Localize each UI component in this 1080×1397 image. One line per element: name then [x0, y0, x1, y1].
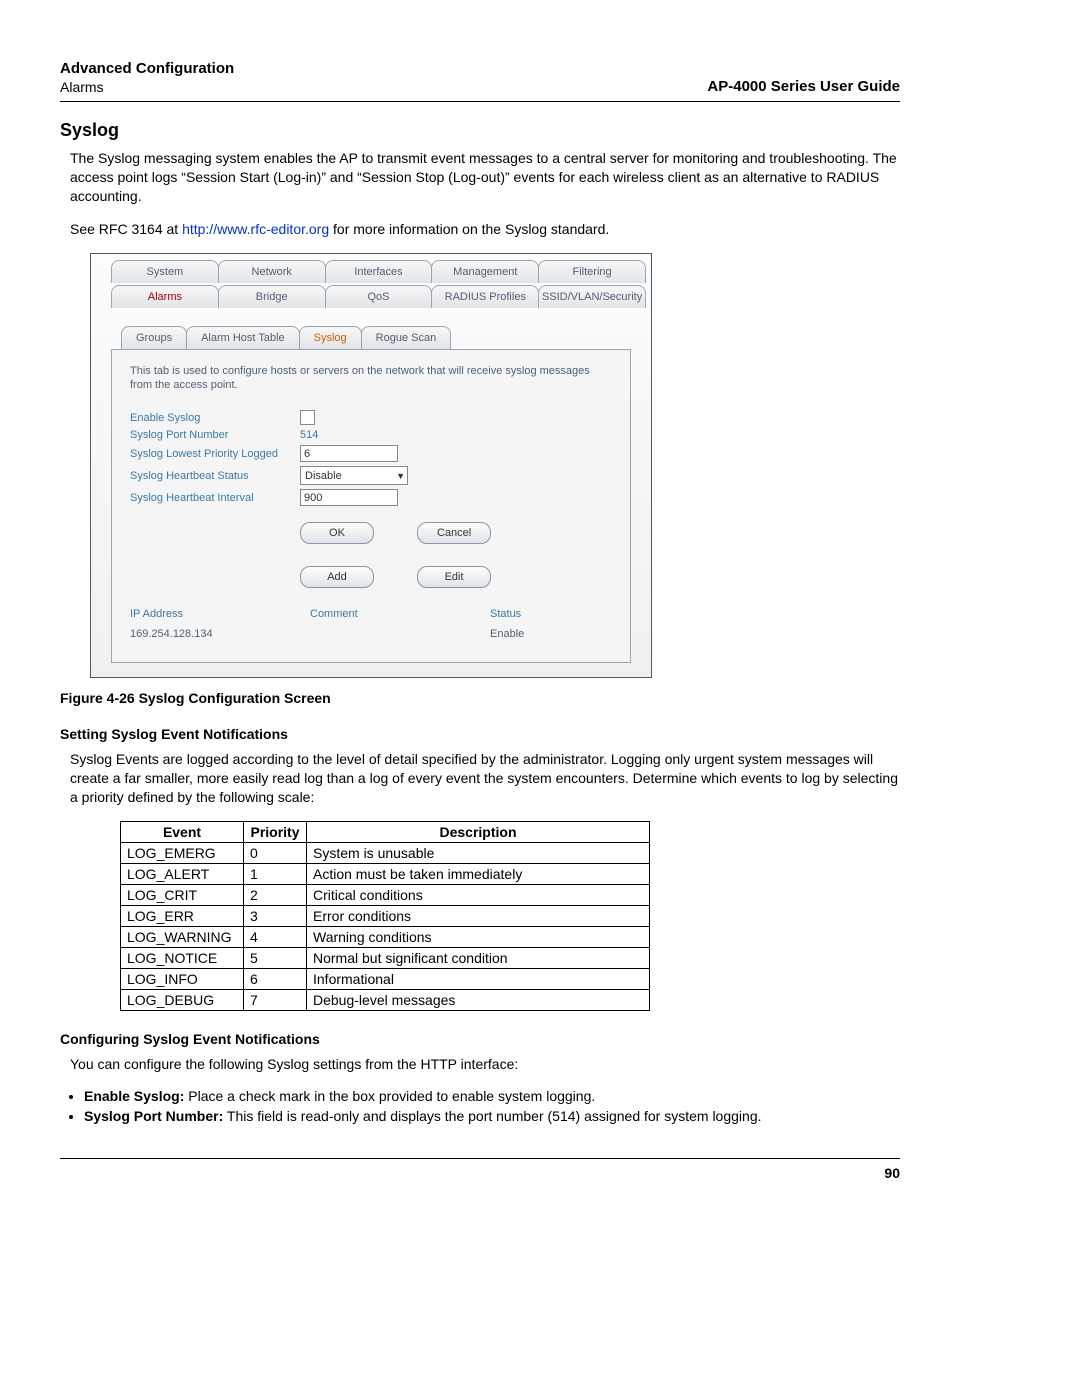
panel-description: This tab is used to configure hosts or s…: [130, 364, 612, 393]
table-row: LOG_CRIT2Critical conditions: [121, 884, 650, 905]
tab-network[interactable]: Network: [218, 260, 326, 283]
ok-button[interactable]: OK: [300, 522, 374, 544]
port-value: 514: [300, 429, 318, 441]
tab-interfaces[interactable]: Interfaces: [325, 260, 433, 283]
table-row: LOG_INFO6Informational: [121, 968, 650, 989]
page-header: Advanced Configuration Alarms AP-4000 Se…: [60, 60, 900, 95]
hb-status-label: Syslog Heartbeat Status: [130, 470, 300, 482]
tab-filtering[interactable]: Filtering: [538, 260, 646, 283]
table-row: LOG_EMERG0System is unusable: [121, 842, 650, 863]
hb-status-value: Disable: [305, 470, 342, 482]
col-ip: IP Address: [130, 608, 310, 620]
rfc-link[interactable]: http://www.rfc-editor.org: [182, 221, 329, 237]
syslog-screenshot: System Network Interfaces Management Fil…: [90, 253, 652, 679]
cell-status: Enable: [490, 628, 590, 640]
hb-interval-label: Syslog Heartbeat Interval: [130, 492, 300, 504]
config-heading: Configuring Syslog Event Notifications: [60, 1031, 900, 1047]
th-priority: Priority: [244, 821, 307, 842]
bullet1-text: Place a check mark in the box provided t…: [184, 1088, 595, 1104]
host-table-row[interactable]: 169.254.128.134 Enable: [130, 628, 612, 640]
hb-status-select[interactable]: Disable ▼: [300, 466, 408, 485]
table-row: LOG_ALERT1Action must be taken immediate…: [121, 863, 650, 884]
config-para: You can configure the following Syslog s…: [70, 1055, 900, 1074]
edit-button[interactable]: Edit: [417, 566, 491, 588]
section-heading: Syslog: [60, 120, 900, 141]
header-rule: [60, 101, 900, 102]
bullet2-text: This field is read-only and displays the…: [223, 1108, 761, 1124]
cell-ip: 169.254.128.134: [130, 628, 310, 640]
tab-radius[interactable]: RADIUS Profiles: [431, 285, 539, 308]
setting-para: Syslog Events are logged according to th…: [70, 750, 900, 807]
tab-ssid[interactable]: SSID/VLAN/Security: [538, 285, 646, 308]
header-guide: AP-4000 Series User Guide: [707, 78, 900, 95]
subtab-row: Groups Alarm Host Table Syslog Rogue Sca…: [91, 308, 651, 349]
chevron-down-icon: ▼: [396, 471, 405, 481]
tab-alarms[interactable]: Alarms: [111, 285, 219, 308]
priority-table: Event Priority Description LOG_EMERG0Sys…: [120, 821, 650, 1011]
intro-para: The Syslog messaging system enables the …: [70, 149, 900, 206]
hb-interval-input[interactable]: [300, 489, 398, 506]
panel-body: This tab is used to configure hosts or s…: [111, 349, 631, 664]
second-tab-row: Alarms Bridge QoS RADIUS Profiles SSID/V…: [91, 283, 651, 308]
see-post: for more information on the Syslog stand…: [329, 221, 609, 237]
header-title: Advanced Configuration: [60, 60, 234, 77]
figure-caption: Figure 4-26 Syslog Configuration Screen: [60, 690, 900, 706]
page-number: 90: [60, 1158, 900, 1181]
tab-system[interactable]: System: [111, 260, 219, 283]
bullet1-label: Enable Syslog:: [84, 1088, 184, 1104]
th-event: Event: [121, 821, 244, 842]
host-table-header: IP Address Comment Status: [130, 608, 612, 620]
tab-management[interactable]: Management: [431, 260, 539, 283]
cell-comment: [310, 628, 490, 640]
top-tab-row: System Network Interfaces Management Fil…: [91, 254, 651, 283]
priority-input[interactable]: [300, 445, 398, 462]
table-row: LOG_WARNING4Warning conditions: [121, 926, 650, 947]
list-item: Enable Syslog: Place a check mark in the…: [84, 1088, 900, 1104]
setting-heading: Setting Syslog Event Notifications: [60, 726, 900, 742]
tab-bridge[interactable]: Bridge: [218, 285, 326, 308]
tab-qos[interactable]: QoS: [325, 285, 433, 308]
enable-syslog-checkbox[interactable]: [300, 410, 315, 425]
config-bullets: Enable Syslog: Place a check mark in the…: [84, 1088, 900, 1124]
see-para: See RFC 3164 at http://www.rfc-editor.or…: [70, 220, 900, 239]
table-row: LOG_ERR3Error conditions: [121, 905, 650, 926]
add-button[interactable]: Add: [300, 566, 374, 588]
subtab-syslog[interactable]: Syslog: [299, 326, 362, 349]
port-label: Syslog Port Number: [130, 429, 300, 441]
header-subtitle: Alarms: [60, 79, 234, 95]
subtab-groups[interactable]: Groups: [121, 326, 187, 349]
cancel-button[interactable]: Cancel: [417, 522, 491, 544]
subtab-alarm-host[interactable]: Alarm Host Table: [186, 326, 300, 349]
enable-syslog-label: Enable Syslog: [130, 412, 300, 424]
col-status: Status: [490, 608, 590, 620]
see-pre: See RFC 3164 at: [70, 221, 182, 237]
list-item: Syslog Port Number: This field is read-o…: [84, 1108, 900, 1124]
table-row: LOG_DEBUG7Debug-level messages: [121, 989, 650, 1010]
subtab-rogue[interactable]: Rogue Scan: [361, 326, 452, 349]
th-description: Description: [307, 821, 650, 842]
col-comment: Comment: [310, 608, 490, 620]
priority-label: Syslog Lowest Priority Logged: [130, 448, 300, 460]
table-row: LOG_NOTICE5Normal but significant condit…: [121, 947, 650, 968]
bullet2-label: Syslog Port Number:: [84, 1108, 223, 1124]
